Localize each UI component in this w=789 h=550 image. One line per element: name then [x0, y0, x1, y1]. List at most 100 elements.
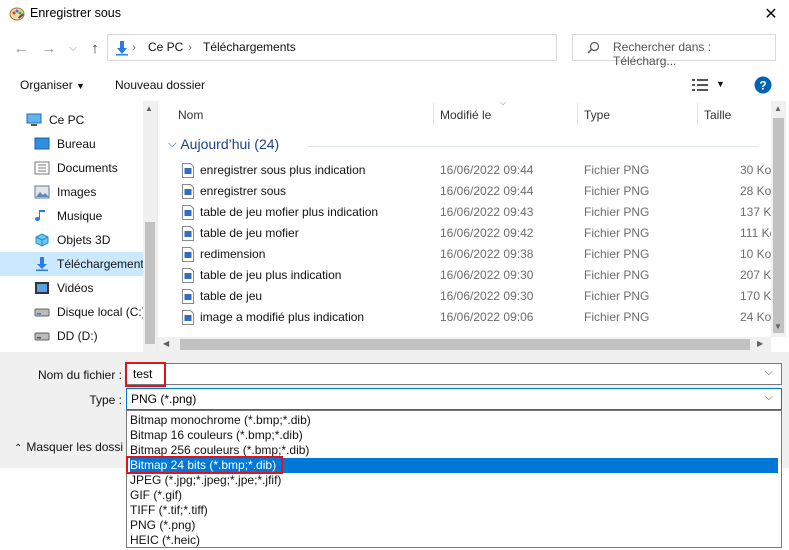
file-type: Fichier PNG	[584, 247, 650, 261]
filename-input[interactable]: test ⌵	[126, 363, 782, 385]
file-date: 16/06/2022 09:44	[440, 184, 534, 198]
nav-item-label: Musique	[57, 209, 103, 223]
file-type: Fichier PNG	[584, 205, 650, 219]
hide-folders-toggle[interactable]: ⌃ Masquer les dossi	[14, 440, 123, 454]
file-row[interactable]: table de jeu mofier 16/06/2022 09:42 Fichi…	[158, 223, 776, 244]
search-input[interactable]: Rechercher dans : Télécharg...	[613, 40, 775, 68]
paint-app-icon	[9, 6, 25, 22]
file-row[interactable]: redimension 16/06/2022 09:38 Fichier PNG 10…	[158, 244, 771, 265]
file-name: enregistrer sous plus indication	[200, 163, 366, 177]
type-option[interactable]: Bitmap 16 couleurs (*.bmp;*.dib)	[130, 428, 778, 443]
nav-item-label: Documents	[57, 161, 118, 175]
type-option[interactable]: PNG (*.png)	[130, 518, 778, 533]
file-row[interactable]: table de jeu plus indication 16/06/2022 0…	[158, 265, 778, 286]
file-row[interactable]: enregistrer sous 16/06/2022 09:44 Fichier …	[158, 181, 771, 202]
file-name: redimension	[200, 247, 266, 261]
chevron-down-icon[interactable]: ⌵	[765, 367, 773, 378]
file-size: 30 Ko	[740, 163, 772, 177]
png-file-icon	[182, 247, 194, 262]
arrow-left-icon: ←	[13, 39, 29, 57]
downloads-icon	[34, 257, 50, 271]
organize-button[interactable]: Organiser ▼	[20, 78, 85, 92]
type-option[interactable]: JPEG (*.jpg;*.jpeg;*.jpe;*.jfif)	[130, 473, 778, 488]
column-header-modified[interactable]: Modifié le	[440, 101, 491, 129]
type-option[interactable]: TIFF (*.tif;*.tiff)	[130, 503, 778, 518]
file-size: 24 Ko	[740, 310, 772, 324]
scroll-right-icon[interactable]: ▶	[757, 339, 763, 348]
file-list: Nom Modifié le ⌵ Type Taille ⌵ Aujourd’h…	[158, 98, 778, 337]
new-folder-button[interactable]: Nouveau dossier	[115, 78, 205, 92]
up-button[interactable]: ↑	[84, 37, 106, 59]
file-size: 10 Ko	[740, 247, 772, 261]
column-header-size[interactable]: Taille	[704, 101, 731, 129]
column-divider[interactable]	[697, 103, 698, 125]
type-select[interactable]: PNG (*.png) ⌵	[126, 388, 782, 410]
group-header-today[interactable]: ⌵ Aujourd’hui (24)	[168, 136, 279, 152]
file-row[interactable]: table de jeu 16/06/2022 09:30 Fichier PNG 1…	[158, 286, 778, 307]
scroll-down-icon[interactable]: ▼	[774, 322, 782, 331]
nav-scrollbar-thumb[interactable]	[145, 222, 155, 344]
nav-item-telechargements[interactable]: Téléchargements	[0, 252, 150, 276]
3d-objects-icon	[34, 233, 50, 247]
view-options-icon[interactable]	[692, 79, 708, 91]
nav-item-label: Objets 3D	[57, 233, 111, 247]
breadcrumb-ce-pc[interactable]: Ce PC	[148, 40, 183, 54]
type-option[interactable]: HEIC (*.heic)	[130, 533, 778, 548]
title-bar: Enregistrer sous ✕	[0, 0, 789, 28]
column-divider[interactable]	[433, 103, 434, 125]
file-row[interactable]: image a modifié plus indication 16/06/202…	[158, 307, 771, 328]
chevron-down-icon[interactable]: ⌵	[765, 392, 773, 403]
address-bar[interactable]: › Ce PC › Téléchargements ⌵ ↻	[107, 34, 657, 61]
back-button[interactable]: ←	[10, 37, 32, 59]
file-type: Fichier PNG	[584, 289, 650, 303]
file-type: Fichier PNG	[584, 163, 650, 177]
nav-item-label: Téléchargements	[57, 257, 150, 271]
png-file-icon	[182, 184, 194, 199]
chevron-up-icon: ⌃	[14, 443, 23, 454]
file-name: table de jeu plus indication	[200, 268, 342, 282]
type-label: Type :	[89, 393, 122, 407]
search-icon	[587, 41, 600, 54]
forward-button[interactable]: →	[38, 37, 60, 59]
horizontal-scrollbar-thumb[interactable]	[180, 339, 750, 350]
file-date: 16/06/2022 09:44	[440, 163, 534, 177]
file-type: Fichier PNG	[584, 268, 650, 282]
help-icon[interactable]: ?	[754, 76, 772, 94]
file-name: table de jeu mofier	[200, 226, 299, 240]
scroll-up-icon[interactable]: ▲	[145, 104, 153, 113]
organize-label: Organiser	[20, 78, 73, 92]
breadcrumb-telechargements[interactable]: Téléchargements	[203, 40, 296, 54]
save-as-dialog: Enregistrer sous ✕ ← → ⌵ ↑ › Ce PC › Tél…	[0, 0, 789, 548]
nav-item-label: Disque local (C:)	[57, 305, 146, 319]
caret-down-icon: ▼	[76, 81, 85, 91]
search-box[interactable]: Rechercher dans : Télécharg...	[572, 34, 776, 68]
file-name: image a modifié plus indication	[200, 310, 365, 324]
file-name: table de jeu mofier plus indication	[200, 205, 379, 219]
window-title: Enregistrer sous	[30, 6, 122, 20]
recent-locations-button[interactable]: ⌵	[62, 37, 84, 59]
column-divider[interactable]	[577, 103, 578, 125]
file-row[interactable]: table de jeu mofier plus indication 16/06…	[158, 202, 778, 223]
column-header-type[interactable]: Type	[584, 101, 610, 129]
scroll-up-icon[interactable]: ▲	[774, 104, 782, 113]
music-icon	[34, 209, 50, 223]
group-divider	[308, 146, 758, 147]
nav-item-label: Bureau	[57, 137, 96, 151]
close-button[interactable]: ✕	[756, 2, 786, 26]
file-size: 28 Ko	[740, 184, 772, 198]
file-list-scrollbar-thumb[interactable]	[773, 118, 784, 333]
type-option[interactable]: Bitmap monochrome (*.bmp;*.dib)	[130, 413, 778, 428]
breadcrumb-separator-icon: ›	[188, 40, 192, 54]
type-option[interactable]: GIF (*.gif)	[130, 488, 778, 503]
png-file-icon	[182, 205, 194, 220]
nav-item-label: Ce PC	[49, 113, 85, 127]
png-file-icon	[182, 289, 194, 304]
type-dropdown-list: Bitmap monochrome (*.bmp;*.dib) Bitmap 1…	[126, 410, 782, 548]
file-row[interactable]: enregistrer sous plus indication 16/06/20…	[158, 160, 771, 181]
view-dropdown-icon[interactable]: ▼	[716, 79, 725, 89]
column-size-label: Taille	[704, 108, 732, 122]
column-type-label: Type	[584, 108, 611, 122]
scroll-left-icon[interactable]: ◀	[163, 339, 169, 348]
column-header-name[interactable]: Nom	[178, 101, 203, 129]
drive-icon	[34, 305, 50, 319]
